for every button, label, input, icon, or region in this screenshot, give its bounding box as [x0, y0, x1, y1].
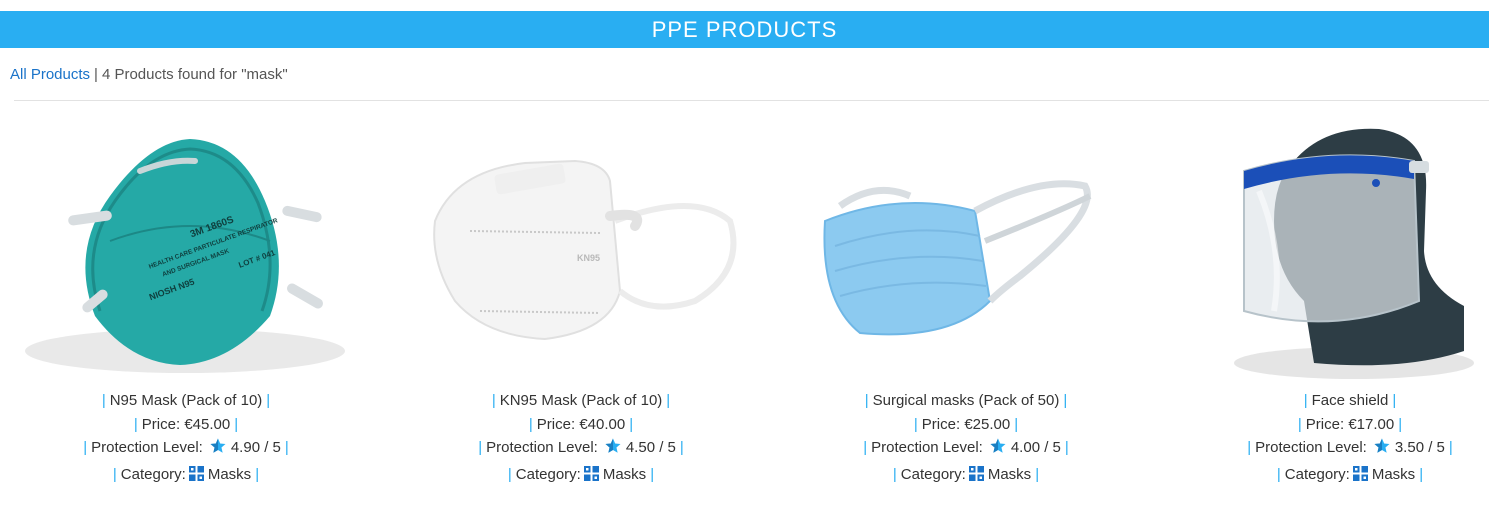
- product-name[interactable]: N95 Mask (Pack of 10): [110, 392, 263, 409]
- product-name-line: | KN95 Mask (Pack of 10) |: [491, 392, 671, 409]
- product-name[interactable]: Face shield: [1312, 392, 1389, 409]
- star-icon: [1373, 437, 1391, 463]
- product-category[interactable]: Masks: [208, 466, 251, 483]
- product-rating-line: | Protection Level: 3.50 / 5 |: [1164, 436, 1489, 463]
- product-category[interactable]: Masks: [988, 466, 1031, 483]
- product-price-line: | Price: €25.00 |: [913, 415, 1019, 433]
- product-rating-line: | Protection Level: 4.90 / 5 |: [0, 436, 372, 463]
- product-rating: 3.50 / 5: [1394, 439, 1445, 456]
- product-card[interactable]: 3M 1860S HEALTH CARE PARTICULATE RESPIRA…: [0, 101, 372, 488]
- product-rating-line: | Protection Level: 4.00 / 5 |: [780, 436, 1152, 463]
- product-category-line: | Category: Masks |: [780, 463, 1152, 489]
- grid-icon: [583, 465, 599, 489]
- product-name-line: | Face shield |: [1303, 392, 1397, 409]
- product-card[interactable]: KN95 | KN95 Mask (Pack of 10) | | Price: €4…: [395, 101, 767, 488]
- grid-icon: [1352, 465, 1368, 489]
- product-name[interactable]: Surgical masks (Pack of 50): [873, 392, 1060, 409]
- product-name-line: | N95 Mask (Pack of 10) |: [101, 392, 271, 409]
- product-rating: 4.00 / 5: [1010, 439, 1061, 456]
- page-header: PPE PRODUCTS: [0, 11, 1489, 48]
- breadcrumb-separator: |: [94, 65, 98, 83]
- page-title: PPE PRODUCTS: [651, 16, 838, 42]
- star-icon: [989, 437, 1007, 463]
- product-card[interactable]: | Face shield | | Price: €17.00 | | Protectio…: [1164, 101, 1489, 488]
- product-category-line: | Category: Masks |: [1164, 463, 1489, 489]
- grid-icon: [188, 465, 204, 489]
- product-category[interactable]: Masks: [603, 466, 646, 483]
- product-price: €25.00: [964, 415, 1011, 433]
- product-name-line: | Surgical masks (Pack of 50) |: [864, 392, 1068, 409]
- product-rating: 4.90 / 5: [230, 439, 281, 456]
- product-rating: 4.50 / 5: [625, 439, 676, 456]
- product-grid: 3M 1860S HEALTH CARE PARTICULATE RESPIRA…: [0, 101, 1489, 521]
- search-result-count: 4 Products found for "mask": [101, 65, 288, 83]
- product-image-kn95[interactable]: KN95: [395, 101, 767, 389]
- product-category-line: | Category: Masks |: [395, 463, 767, 489]
- product-image-face-shield[interactable]: [1164, 101, 1489, 389]
- product-category[interactable]: Masks: [1372, 466, 1415, 483]
- product-image-surgical[interactable]: [780, 101, 1152, 389]
- product-image-n95[interactable]: 3M 1860S HEALTH CARE PARTICULATE RESPIRA…: [0, 101, 372, 389]
- product-rating-line: | Protection Level: 4.50 / 5 |: [395, 436, 767, 463]
- star-icon: [604, 437, 622, 463]
- product-price-line: | Price: €45.00 |: [133, 415, 239, 433]
- kn95-print: KN95: [577, 253, 600, 263]
- star-icon: [209, 437, 227, 463]
- breadcrumb: All Products | 4 Products found for "mas…: [0, 48, 1489, 100]
- product-price-line: | Price: €40.00 |: [528, 415, 634, 433]
- grid-icon: [968, 465, 984, 489]
- all-products-link[interactable]: All Products: [10, 66, 90, 83]
- product-card[interactable]: | Surgical masks (Pack of 50) | | Price: €2…: [780, 101, 1152, 488]
- product-name[interactable]: KN95 Mask (Pack of 10): [500, 392, 663, 409]
- product-price: €17.00: [1348, 415, 1395, 433]
- product-price: €45.00: [184, 415, 231, 433]
- product-price-line: | Price: €17.00 |: [1297, 415, 1403, 433]
- product-price: €40.00: [579, 415, 626, 433]
- product-category-line: | Category: Masks |: [0, 463, 372, 489]
